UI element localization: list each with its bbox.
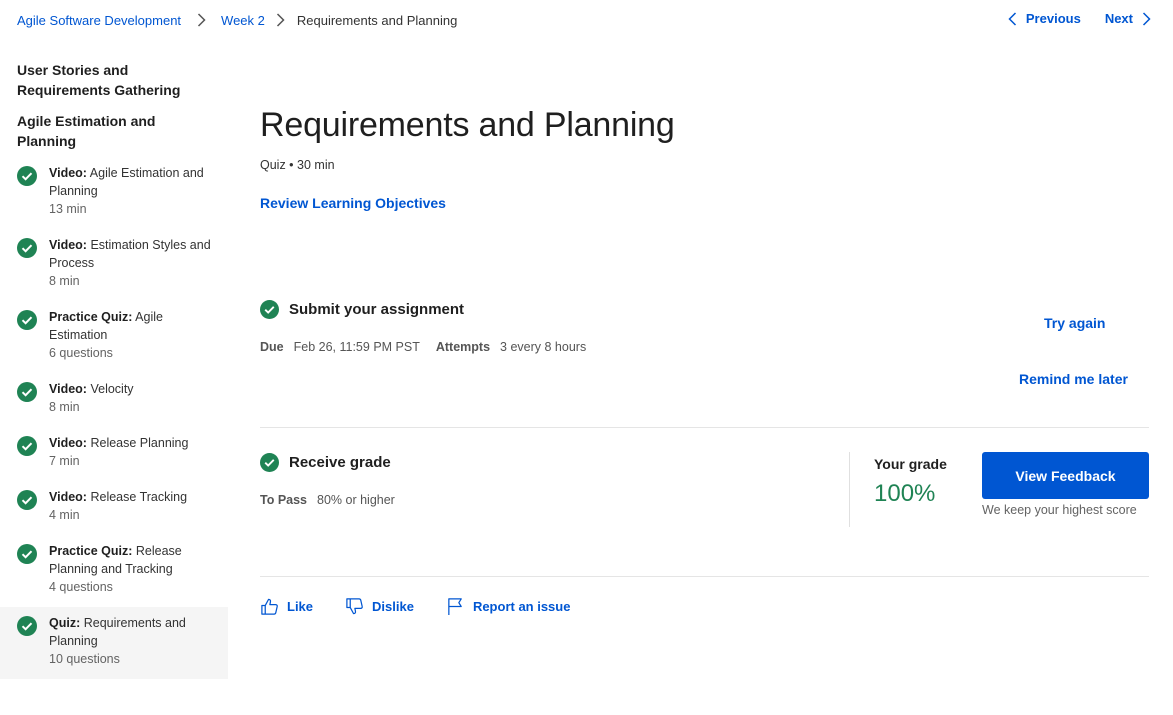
sidebar-item-active[interactable]: Quiz: Requirements and Planning 10 quest… bbox=[0, 607, 228, 679]
try-again-link[interactable]: Try again bbox=[1044, 315, 1105, 331]
view-feedback-button[interactable]: View Feedback bbox=[982, 452, 1149, 499]
attempts-value: 3 every 8 hours bbox=[500, 340, 587, 354]
like-label: Like bbox=[287, 599, 314, 614]
item-pager: Previous Next bbox=[1008, 11, 1151, 26]
sidebar-item-meta: 8 min bbox=[49, 274, 80, 288]
chevron-left-icon bbox=[1008, 11, 1016, 26]
breadcrumb-week-link[interactable]: Week 2 bbox=[221, 13, 265, 28]
chevron-right-icon bbox=[265, 13, 297, 27]
submit-assignment-label: Submit your assignment bbox=[289, 301, 465, 318]
thumbs-down-icon bbox=[346, 598, 363, 615]
sidebar-item-label: Practice Quiz: Release Planning and Trac… bbox=[49, 544, 182, 576]
sidebar-item[interactable]: Video: Agile Estimation and Planning 13 … bbox=[0, 157, 228, 229]
quiz-meta: Quiz • 30 min bbox=[260, 158, 335, 172]
check-circle-icon bbox=[17, 382, 37, 402]
next-label: Next bbox=[1104, 11, 1133, 26]
dislike-label: Dislike bbox=[372, 599, 414, 614]
check-circle-icon bbox=[17, 490, 37, 510]
report-issue-button[interactable]: Report an issue bbox=[446, 597, 571, 616]
breadcrumb-course-link[interactable]: Agile Software Development bbox=[17, 13, 181, 28]
check-circle-icon bbox=[17, 166, 37, 186]
check-circle-icon bbox=[17, 436, 37, 456]
breadcrumb: Agile Software Development Week 2 Requir… bbox=[17, 11, 457, 29]
sidebar-item-meta: 7 min bbox=[49, 454, 80, 468]
previous-button[interactable]: Previous bbox=[1008, 11, 1081, 26]
sidebar-section-user-stories[interactable]: User Stories and Requirements Gathering bbox=[0, 60, 228, 100]
check-circle-icon bbox=[17, 310, 37, 330]
divider bbox=[260, 576, 1149, 577]
to-pass-value: 80% or higher bbox=[317, 493, 395, 507]
sidebar-item-meta: 4 min bbox=[49, 508, 80, 522]
divider bbox=[260, 427, 1149, 428]
check-circle-icon bbox=[260, 300, 279, 319]
sidebar-item[interactable]: Video: Release Tracking 4 min bbox=[0, 481, 228, 535]
attempts-label: Attempts bbox=[435, 340, 491, 354]
like-button[interactable]: Like bbox=[260, 597, 313, 616]
sidebar-item[interactable]: Practice Quiz: Agile Estimation 6 questi… bbox=[0, 301, 228, 373]
breadcrumb-current: Requirements and Planning bbox=[296, 12, 458, 28]
report-issue-label: Report an issue bbox=[472, 599, 571, 614]
check-circle-icon bbox=[260, 453, 279, 472]
sidebar-item-meta: 6 questions bbox=[49, 346, 113, 360]
flag-icon bbox=[448, 598, 462, 616]
sidebar-item-label: Video: Velocity bbox=[49, 382, 134, 396]
sidebar-item[interactable]: Video: Release Planning 7 min bbox=[0, 427, 228, 481]
receive-grade-heading: Receive grade bbox=[260, 453, 391, 472]
highest-score-note: We keep your highest score bbox=[982, 503, 1137, 517]
sidebar-item-label: Video: Release Tracking bbox=[49, 490, 188, 504]
sidebar-section-agile-estimation[interactable]: Agile Estimation and Planning bbox=[0, 111, 228, 151]
page-title: Requirements and Planning bbox=[260, 106, 675, 144]
thumbs-up-icon bbox=[261, 598, 278, 615]
previous-label: Previous bbox=[1025, 11, 1081, 26]
course-sidebar: User Stories and Requirements Gathering … bbox=[0, 60, 228, 679]
check-circle-icon bbox=[17, 238, 37, 258]
sidebar-item[interactable]: Practice Quiz: Release Planning and Trac… bbox=[0, 535, 228, 607]
sidebar-item[interactable]: Video: Velocity 8 min bbox=[0, 373, 228, 427]
due-label: Due bbox=[260, 340, 284, 354]
receive-grade-label: Receive grade bbox=[289, 454, 391, 471]
review-learning-objectives-link[interactable]: Review Learning Objectives bbox=[260, 195, 446, 211]
dislike-button[interactable]: Dislike bbox=[345, 597, 414, 616]
submit-details: Due Feb 26, 11:59 PM PST Attempts 3 ever… bbox=[260, 340, 602, 354]
sidebar-item-meta: 4 questions bbox=[49, 580, 113, 594]
sidebar-item-label: Video: Estimation Styles and Process bbox=[49, 238, 211, 270]
divider-vertical bbox=[849, 452, 850, 527]
sidebar-item-label: Practice Quiz: Agile Estimation bbox=[49, 310, 163, 342]
check-circle-icon bbox=[17, 544, 37, 564]
sidebar-item-label: Quiz: Requirements and Planning bbox=[49, 616, 186, 648]
to-pass-label: To Pass bbox=[260, 493, 308, 507]
next-button[interactable]: Next bbox=[1105, 11, 1151, 26]
sidebar-item-meta: 8 min bbox=[49, 400, 80, 414]
chevron-right-icon bbox=[1142, 11, 1151, 26]
your-grade-label: Your grade bbox=[874, 456, 947, 472]
sidebar-item-label: Video: Release Planning bbox=[49, 436, 189, 450]
submit-assignment-heading: Submit your assignment bbox=[260, 300, 464, 319]
remind-me-later-link[interactable]: Remind me later bbox=[1019, 371, 1128, 387]
check-circle-icon bbox=[17, 616, 37, 636]
pass-requirement: To Pass 80% or higher bbox=[260, 493, 411, 507]
sidebar-item-meta: 13 min bbox=[49, 202, 87, 216]
sidebar-item-meta: 10 questions bbox=[49, 652, 120, 666]
sidebar-item[interactable]: Video: Estimation Styles and Process 8 m… bbox=[0, 229, 228, 301]
feedback-actions: Like Dislike Report an issue bbox=[260, 597, 602, 616]
due-value: Feb 26, 11:59 PM PST bbox=[293, 340, 420, 354]
chevron-right-icon bbox=[181, 13, 221, 27]
your-grade-value: 100% bbox=[874, 480, 936, 507]
sidebar-item-label: Video: Agile Estimation and Planning bbox=[49, 166, 204, 198]
